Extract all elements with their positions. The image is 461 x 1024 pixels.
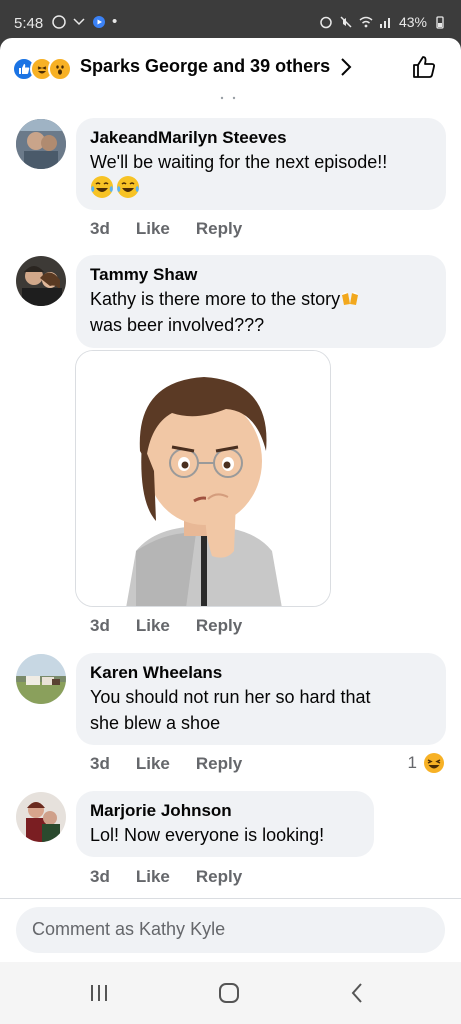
like-comment-button[interactable]: Like [136,754,170,774]
divider [0,898,461,899]
scroll-hint-icon [220,96,236,100]
comment-text: was beer involved??? [90,315,265,335]
comment-bubble[interactable]: Tammy Shaw Kathy is there more to the st… [76,255,446,348]
reply-button[interactable]: Reply [196,219,242,239]
comment-text: she blew a shoe [90,713,221,733]
comment-text: You should not run her so hard that [90,687,371,707]
system-nav-bar [0,962,461,1024]
play-icon [93,15,105,28]
signal-icon [379,18,390,28]
like-comment-button[interactable]: Like [136,616,170,636]
comment-author[interactable]: Tammy Shaw [90,264,432,286]
comment-time[interactable]: 3d [90,616,110,636]
reaction-count-value: 1 [407,753,417,772]
reaction-icons [12,57,72,81]
comment-bubble[interactable]: Marjorie Johnson Lol! Now everyone is lo… [76,791,374,857]
mute-icon [340,16,352,28]
avatar[interactable] [16,792,66,842]
avatar[interactable] [16,256,66,306]
comment-text: Kathy is there more to the story [90,289,341,309]
dot-icon: • [112,13,118,30]
missed-call-icon [73,17,85,25]
comment-time[interactable]: 3d [90,867,110,887]
comment-reaction-count[interactable]: 1 [408,752,445,774]
comment-actions: 3d Like Reply [90,754,242,774]
comment-emojis [90,175,432,199]
status-time: 5:48 [14,15,44,32]
wow-icon [48,57,72,81]
notification-icons: • [52,13,117,30]
like-comment-button[interactable]: Like [136,219,170,239]
chevron-right-icon [341,57,352,76]
reply-button[interactable]: Reply [196,754,242,774]
home-button[interactable] [214,980,244,1006]
comment-author[interactable]: Karen Wheelans [90,662,432,684]
like-post-button[interactable] [411,54,437,85]
battery-icon [436,16,444,29]
memoji-sticker[interactable] [75,350,331,607]
recent-apps-icon [91,985,107,1001]
reply-button[interactable]: Reply [196,616,242,636]
comment-bubble[interactable]: Karen Wheelans You should not run her so… [76,653,446,745]
reactions-summary-label: Sparks George and 39 others [80,56,331,76]
tears-of-joy-emoji-icon [91,176,113,198]
comment-bubble[interactable]: JakeandMarilyn Steeves We'll be waiting … [76,118,446,210]
comment-author[interactable]: Marjorie Johnson [90,800,360,822]
haha-icon [424,753,444,773]
like-comment-button[interactable]: Like [136,867,170,887]
recent-apps-button[interactable] [84,980,114,1006]
whatsapp-icon [52,14,66,29]
comment-time[interactable]: 3d [90,754,110,774]
reply-button[interactable]: Reply [196,867,242,887]
back-chevron-icon [351,983,362,1003]
comment-input[interactable]: Comment as Kathy Kyle [16,907,445,953]
avatar[interactable] [16,119,66,169]
battery-percent: 43% [398,14,427,30]
avatar[interactable] [16,654,66,704]
comments-sheet: Sparks George and 39 others JakeandMaril… [0,38,461,962]
comment-text-line: Kathy is there more to the story [90,286,432,312]
reactions-header[interactable]: Sparks George and 39 others [0,38,461,100]
beer-mugs-emoji-icon [342,292,359,305]
status-bar: 5:48 • 43% [0,0,461,40]
alarm-icon [320,16,332,29]
comment-text: We'll be waiting for the next episode!! [90,152,388,172]
comment-input-placeholder: Comment as Kathy Kyle [32,919,226,939]
comment-actions: 3d Like Reply [90,219,242,239]
tears-of-joy-emoji-icon [117,176,139,198]
memoji-image [76,351,330,606]
reactions-summary[interactable]: Sparks George and 39 others [80,56,352,77]
comment-actions: 3d Like Reply [90,616,242,636]
home-icon [219,983,239,1003]
wifi-icon [359,16,373,28]
comment-text: Lol! Now everyone is looking! [90,825,325,845]
back-button[interactable] [342,980,372,1006]
comment-actions: 3d Like Reply [90,867,242,887]
comment-time[interactable]: 3d [90,219,110,239]
comment-author[interactable]: JakeandMarilyn Steeves [90,127,432,149]
system-icons: 43% [319,14,447,30]
thumbs-up-outline-icon [413,56,435,78]
